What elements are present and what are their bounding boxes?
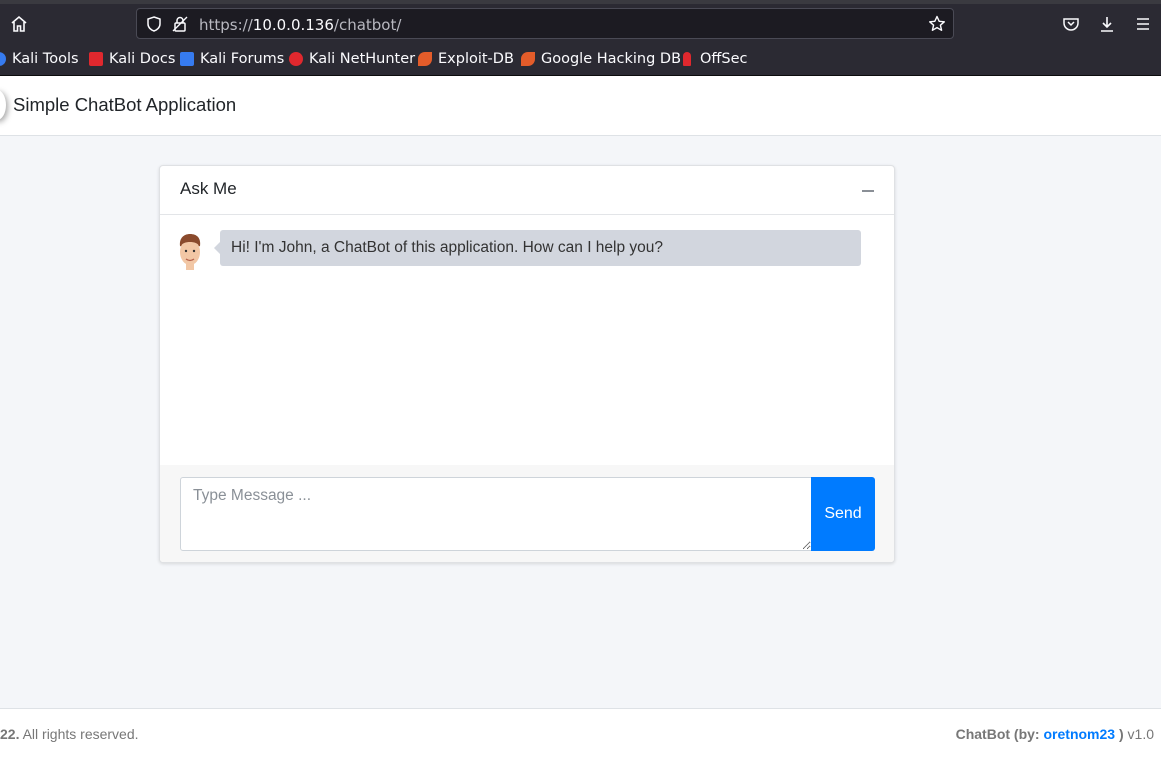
kali-tools-icon <box>0 52 6 66</box>
shield-icon[interactable] <box>145 15 163 33</box>
app-header: Simple ChatBot Application <box>0 76 1161 136</box>
sidebar-toggle[interactable] <box>0 90 6 120</box>
message-input[interactable] <box>180 477 812 551</box>
bookmark-label: Kali NetHunter <box>309 51 416 67</box>
version-text: v1.0 <box>1123 726 1154 742</box>
chat-input-area: Send <box>160 465 894 562</box>
kali-forums-icon <box>180 52 194 66</box>
chat-card: Ask Me Hi! I'm John, a ChatBot of this a… <box>159 165 895 563</box>
bookmark-label: Kali Forums <box>200 51 285 67</box>
card-header: Ask Me <box>160 166 894 215</box>
url-scheme: https:// <box>199 16 253 34</box>
bookmark-kali-nethunter[interactable]: Kali NetHunter <box>289 51 415 67</box>
copyright-text: 22. All rights reserved. <box>0 726 139 742</box>
exploit-db-icon <box>418 52 432 66</box>
bookmark-kali-forums[interactable]: Kali Forums <box>180 51 284 67</box>
lock-icon[interactable] <box>171 15 189 33</box>
url-host: 10.0.0.136 <box>252 16 334 34</box>
home-icon[interactable] <box>9 14 29 34</box>
send-button[interactable]: Send <box>811 477 875 551</box>
browser-navbar: https://10.0.0.136/chatbot/ <box>0 4 1161 44</box>
copyright-rest: All rights reserved. <box>19 726 139 742</box>
bookmark-kali-docs[interactable]: Kali Docs <box>89 51 175 67</box>
bot-avatar <box>179 234 201 270</box>
google-hacking-db-icon <box>521 52 535 66</box>
kali-nethunter-icon <box>289 52 303 66</box>
star-icon[interactable] <box>927 14 947 34</box>
bookmark-label: Google Hacking DB <box>541 51 682 67</box>
menu-icon[interactable] <box>1133 14 1153 34</box>
bookmark-kali-tools[interactable]: Kali Tools <box>0 51 79 67</box>
pocket-icon[interactable] <box>1061 14 1081 34</box>
bookmark-label: OffSec <box>700 51 748 67</box>
bookmarks-toolbar: Kali Tools Kali Docs Kali Forums Kali Ne… <box>0 44 1161 76</box>
author-link[interactable]: oretnom23 <box>1044 726 1116 742</box>
page-title: Simple ChatBot Application <box>13 94 237 115</box>
credit-text: ChatBot (by: oretnom23 ) v1.0 <box>956 726 1154 742</box>
card-title: Ask Me <box>180 179 237 198</box>
chat-messages: Hi! I'm John, a ChatBot of this applicat… <box>160 215 894 465</box>
credit-prefix: ChatBot (by: <box>955 726 1044 742</box>
bookmark-offsec[interactable]: OffSec <box>680 51 748 67</box>
kali-docs-icon <box>89 52 103 66</box>
page-footer: 22. All rights reserved. ChatBot (by: or… <box>0 708 1161 757</box>
credit-suffix: ) <box>1115 726 1124 742</box>
bookmark-label: Kali Tools <box>12 51 79 67</box>
url-text[interactable]: https://10.0.0.136/chatbot/ <box>199 16 401 34</box>
copyright-year: 22. <box>0 726 20 742</box>
bookmark-label: Kali Docs <box>109 51 176 67</box>
bot-message-bubble: Hi! I'm John, a ChatBot of this applicat… <box>214 230 861 266</box>
bookmark-exploit-db[interactable]: Exploit-DB <box>418 51 514 67</box>
bot-message-text: Hi! I'm John, a ChatBot of this applicat… <box>231 239 664 256</box>
offsec-icon <box>683 52 691 66</box>
download-icon[interactable] <box>1097 14 1117 34</box>
url-bar[interactable]: https://10.0.0.136/chatbot/ <box>136 8 954 39</box>
bookmark-label: Exploit-DB <box>438 51 514 67</box>
bookmark-google-hacking-db[interactable]: Google Hacking DB <box>521 51 681 67</box>
url-path: /chatbot/ <box>333 16 402 34</box>
collapse-button[interactable] <box>860 181 876 197</box>
